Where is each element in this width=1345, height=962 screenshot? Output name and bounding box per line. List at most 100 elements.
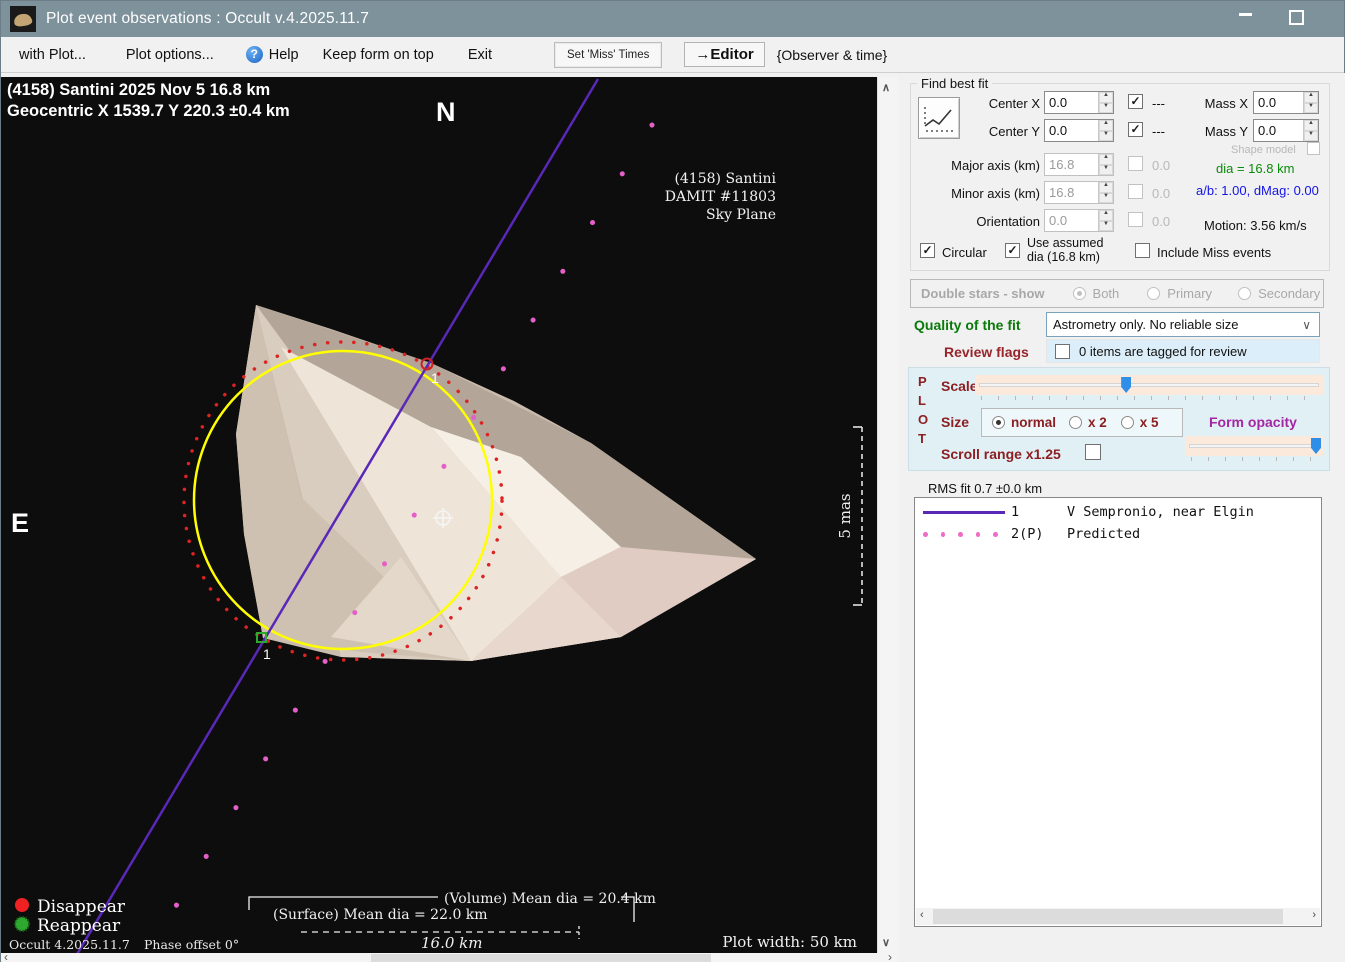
double-stars-secondary-radio[interactable] (1238, 287, 1251, 300)
compass-north-label: N (436, 97, 456, 127)
center-y-spinner[interactable]: ▲▼ (1098, 120, 1113, 141)
orientation-aux: 0.0 (1152, 214, 1170, 229)
size-x2-radio[interactable] (1069, 416, 1082, 429)
major-axis-spinner[interactable]: ▲▼ (1098, 154, 1113, 175)
observation-id: 1 (1011, 504, 1067, 520)
form-opacity-label: Form opacity (1209, 414, 1297, 430)
major-axis-input[interactable]: 16.8 ▲▼ (1044, 153, 1114, 176)
minor-axis-checkbox[interactable] (1128, 184, 1143, 199)
minor-axis-input[interactable]: 16.8 ▲▼ (1044, 181, 1114, 204)
orientation-checkbox[interactable] (1128, 212, 1143, 227)
double-stars-group: Double stars - show Both Primary Seconda… (910, 279, 1324, 308)
double-stars-title: Double stars - show (921, 286, 1045, 301)
menu-keep-form-on-top[interactable]: Keep form on top (313, 47, 444, 63)
scale-label: Scale (941, 378, 978, 394)
plot-letter-t: T (918, 431, 926, 446)
observation-name: V Sempronio, near Elgin (1067, 504, 1254, 520)
scroll-right-icon[interactable]: › (888, 950, 892, 962)
center-x-checkbox[interactable]: ✓ (1128, 94, 1143, 109)
form-opacity-slider-thumb[interactable] (1311, 438, 1321, 454)
hscroll-thumb[interactable] (371, 954, 711, 962)
mass-y-input[interactable]: 0.0 ▲▼ (1253, 119, 1319, 142)
mass-x-input[interactable]: 0.0 ▲▼ (1253, 91, 1319, 114)
include-miss-checkbox[interactable] (1135, 243, 1150, 258)
center-y-dashes: --- (1152, 124, 1165, 139)
review-flags-checkbox[interactable] (1055, 344, 1070, 359)
scale-slider[interactable] (975, 375, 1323, 395)
menu-exit[interactable]: Exit (458, 47, 502, 63)
form-opacity-slider[interactable] (1185, 436, 1323, 456)
observations-listbox[interactable]: 1 V Sempronio, near Elgin 2(P) Predicted… (914, 497, 1322, 927)
center-x-label: Center X (958, 96, 1040, 111)
review-flags-text: 0 items are tagged for review (1079, 344, 1247, 359)
size-normal-label: normal (1011, 415, 1056, 430)
observation-id: 2(P) (1011, 526, 1067, 542)
mass-y-spinner[interactable]: ▲▼ (1303, 120, 1318, 141)
size-normal-radio[interactable] (992, 416, 1005, 429)
scroll-left-icon[interactable]: ‹ (4, 950, 8, 962)
observation-name: Predicted (1067, 526, 1140, 542)
center-y-input[interactable]: 0.0 ▲▼ (1044, 119, 1114, 142)
listbox-horizontal-scrollbar[interactable]: ‹ › (916, 908, 1320, 925)
app-icon (10, 6, 36, 32)
occult-version-label: Occult 4.2025.11.7 (9, 937, 130, 952)
editor-button[interactable]: →Editor (684, 42, 764, 67)
scroll-right-icon[interactable]: › (1312, 909, 1316, 921)
menu-plot-options[interactable]: Plot options... (116, 47, 224, 63)
scroll-down-icon[interactable]: ∨ (882, 936, 890, 949)
orientation-input[interactable]: 0.0 ▲▼ (1044, 209, 1114, 232)
scroll-range-checkbox[interactable] (1085, 444, 1101, 460)
phase-offset-label: Phase offset 0° (144, 937, 239, 952)
asteroid-shape-model (236, 305, 756, 661)
quality-of-fit-select[interactable]: Astrometry only. No reliable size ∨ (1046, 312, 1320, 337)
window-title: Plot event observations : Occult v.4.202… (46, 10, 369, 28)
reappear-marker-label: 1 (263, 646, 271, 662)
orientation-spinner[interactable]: ▲▼ (1098, 210, 1113, 231)
scroll-up-icon[interactable]: ∧ (882, 81, 890, 94)
menu-with-plot[interactable]: with Plot... (9, 47, 96, 63)
find-best-fit-title: Find best fit (917, 76, 992, 91)
major-axis-aux: 0.0 (1152, 158, 1170, 173)
sky-plane-plot[interactable]: 1 1 (4158) Santini 2025 Nov 5 16.8 km Ge… (1, 77, 877, 953)
object-name-label: (4158) Santini (674, 171, 776, 187)
plot-letter-p: P (918, 374, 927, 389)
plot-horizontal-scrollbar[interactable]: ‹ › (1, 953, 898, 962)
center-x-input[interactable]: 0.0 ▲▼ (1044, 91, 1114, 114)
menu-help[interactable]: ? Help (246, 46, 299, 63)
scale-slider-thumb[interactable] (1121, 377, 1131, 393)
double-stars-both-radio[interactable] (1073, 287, 1086, 300)
ab-dmag-label: a/b: 1.00, dMag: 0.00 (1196, 183, 1319, 198)
use-assumed-checkbox[interactable]: ✓ (1005, 243, 1020, 258)
maximize-button[interactable] (1289, 10, 1304, 25)
plot-letter-l: L (918, 393, 926, 408)
plot-title-line1: (4158) Santini 2025 Nov 5 16.8 km (7, 81, 270, 99)
list-item[interactable]: 1 V Sempronio, near Elgin (915, 504, 1321, 520)
shape-model-checkbox[interactable] (1307, 142, 1320, 155)
double-stars-primary-label: Primary (1167, 286, 1212, 301)
surface-dia-label: (Surface) Mean dia = 22.0 km (273, 907, 488, 923)
scroll-left-icon[interactable]: ‹ (920, 909, 924, 921)
menu-bar: with Plot... Plot options... ? Help Keep… (1, 37, 1344, 73)
minimize-button[interactable] (1239, 13, 1252, 16)
dia-value-label: dia = 16.8 km (1216, 161, 1294, 176)
center-x-spinner[interactable]: ▲▼ (1098, 92, 1113, 113)
circular-checkbox[interactable]: ✓ (920, 243, 935, 258)
orientation-label: Orientation (926, 214, 1040, 229)
minor-axis-aux: 0.0 (1152, 186, 1170, 201)
minor-axis-spinner[interactable]: ▲▼ (1098, 182, 1113, 203)
center-y-checkbox[interactable]: ✓ (1128, 122, 1143, 137)
plot-vertical-scrollbar[interactable]: ∧ ∨ (877, 77, 898, 953)
title-bar[interactable]: Plot event observations : Occult v.4.202… (1, 1, 1344, 37)
double-stars-both-label: Both (1093, 286, 1120, 301)
listbox-hscroll-thumb[interactable] (933, 909, 1283, 924)
compass-east-label: E (11, 508, 29, 538)
find-best-fit-button[interactable] (918, 97, 960, 139)
major-axis-checkbox[interactable] (1128, 156, 1143, 171)
mass-x-spinner[interactable]: ▲▼ (1303, 92, 1318, 113)
scroll-range-label: Scroll range x1.25 (941, 446, 1061, 462)
set-miss-times-button[interactable]: Set 'Miss' Times (554, 42, 662, 68)
size-x5-radio[interactable] (1121, 416, 1134, 429)
double-stars-primary-radio[interactable] (1147, 287, 1160, 300)
predicted-dots-swatch (915, 532, 1011, 537)
list-item[interactable]: 2(P) Predicted (915, 526, 1321, 542)
